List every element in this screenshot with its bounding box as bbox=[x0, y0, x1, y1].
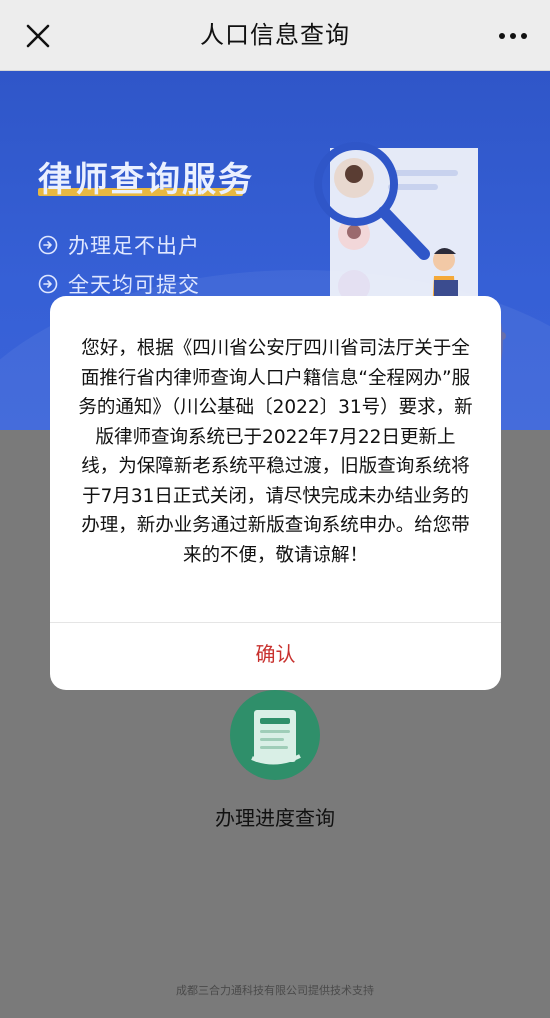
more-options-icon[interactable] bbox=[496, 22, 530, 50]
notice-dialog: 您好，根据《四川省公安厅四川省司法厅关于全面推行省内律师查询人口户籍信息“全程网… bbox=[50, 296, 501, 690]
page-title: 人口信息查询 bbox=[200, 21, 350, 49]
top-nav-bar: 人口信息查询 bbox=[0, 0, 550, 71]
dialog-message: 您好，根据《四川省公安厅四川省司法厅关于全面推行省内律师查询人口户籍信息“全程网… bbox=[78, 338, 473, 566]
confirm-button[interactable]: 确认 bbox=[50, 623, 501, 690]
